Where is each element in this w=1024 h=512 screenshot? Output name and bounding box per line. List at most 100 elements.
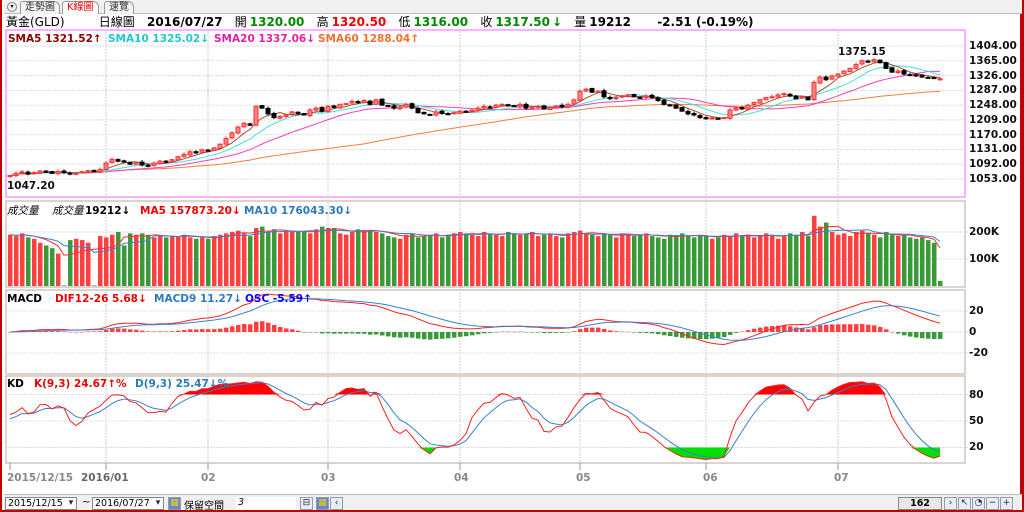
candle-body xyxy=(793,95,799,100)
osc-bar xyxy=(476,332,481,335)
volume-legend: 成交量 成交量 19212↓ MA5 157873.20↓ MA10 17604… xyxy=(7,205,607,217)
candlestick xyxy=(637,96,643,99)
candle-body xyxy=(505,104,511,107)
tilde-separator: ~ xyxy=(82,497,91,508)
volume-bar xyxy=(236,230,241,286)
price-tick: 1248.00 xyxy=(969,99,1017,112)
osc-bar xyxy=(536,332,541,333)
candle-body xyxy=(667,104,673,107)
scroll-right-button[interactable]: › xyxy=(944,497,957,510)
scroll-left-button[interactable]: ‹ xyxy=(330,497,343,510)
candle-body xyxy=(493,104,499,108)
zoom-in-icon[interactable]: + xyxy=(1000,497,1013,510)
osc-bar xyxy=(320,332,325,334)
volume-bar xyxy=(38,242,43,286)
sma5-legend: SMA5 1321.52↑ xyxy=(8,33,102,45)
candlestick xyxy=(85,169,91,173)
candle-body xyxy=(193,151,199,154)
osc-bar xyxy=(578,329,583,332)
candle-body xyxy=(127,162,133,165)
osc-bar xyxy=(92,331,97,333)
candle-body xyxy=(655,97,661,102)
volume-bar xyxy=(422,236,427,286)
volume-bar xyxy=(548,233,553,286)
stock-chart-window: ▾ 走勢圖 K線圖 速覽 黃金(GLD) 日線圖 2016/07/27 開 132… xyxy=(0,0,1024,512)
candlestick xyxy=(547,106,553,111)
k-legend: K(9,3) 24.67↑% xyxy=(34,378,127,390)
candlestick xyxy=(577,89,583,102)
volume-bar xyxy=(14,236,19,286)
candlestick xyxy=(817,75,823,85)
volume-bar xyxy=(326,227,331,286)
x-label: 02 xyxy=(201,472,216,484)
volume-bar xyxy=(524,233,529,286)
volume-title: 成交量 xyxy=(7,205,39,217)
dropdown-icon[interactable]: ▾ xyxy=(153,498,163,509)
volume-bar xyxy=(158,236,163,286)
osc-bar xyxy=(242,324,247,332)
volume-bar xyxy=(392,237,397,286)
osc-bar xyxy=(734,332,739,333)
candle-body xyxy=(865,60,871,63)
kd-tick: 20 xyxy=(969,441,984,454)
volume-bar xyxy=(212,236,217,286)
sma60-legend: SMA60 1288.04↑ xyxy=(318,33,420,45)
volume-tick: 200K xyxy=(969,226,1000,238)
candle-body xyxy=(433,111,439,116)
price-tick: 1404.00 xyxy=(969,40,1017,52)
osc-bar xyxy=(872,325,877,332)
candle-body xyxy=(691,113,697,116)
pointer-icon[interactable]: ↖ xyxy=(958,497,971,510)
osc-bar xyxy=(302,332,307,333)
osc-bar xyxy=(176,330,181,332)
candle-body xyxy=(883,62,889,69)
osc-bar xyxy=(146,331,151,332)
osc-bar xyxy=(128,329,133,332)
osc-bar xyxy=(674,332,679,337)
high-marker: 1375.15 xyxy=(838,46,886,58)
chart-canvas[interactable] xyxy=(2,0,1022,494)
zoom-out-icon[interactable]: − xyxy=(986,497,999,510)
candlestick xyxy=(589,87,595,93)
candlestick xyxy=(505,103,511,107)
candle-body xyxy=(169,159,175,162)
settings-icon[interactable]: ▦ xyxy=(316,497,329,510)
kd-oversold-fill xyxy=(694,447,700,459)
volume-bar xyxy=(584,233,589,286)
candle-body xyxy=(181,153,187,157)
osc-bar xyxy=(848,324,853,332)
osc-bar xyxy=(452,332,457,338)
osc-bar xyxy=(710,332,715,339)
osc-bar xyxy=(572,331,577,332)
spin-icon[interactable]: ⊟ xyxy=(300,497,313,510)
candle-body xyxy=(67,172,73,175)
candlestick xyxy=(847,67,853,73)
candlestick xyxy=(427,113,433,116)
volume-bar xyxy=(278,233,283,286)
dropdown-icon[interactable]: ▾ xyxy=(66,498,76,509)
sma20-legend: SMA20 1337.06↓ xyxy=(214,33,316,45)
osc-bar xyxy=(866,324,871,332)
volume-bar xyxy=(722,234,727,286)
candle-body xyxy=(331,105,337,108)
candle-body xyxy=(61,170,67,174)
volume-bar xyxy=(302,232,307,286)
candle-body xyxy=(379,98,385,106)
osc-bar xyxy=(524,332,529,333)
candle-body xyxy=(835,73,841,77)
reserve-input[interactable]: 3 xyxy=(236,497,296,510)
osc-bar xyxy=(830,324,835,332)
candle-body xyxy=(55,170,61,175)
volume-bar xyxy=(884,232,889,286)
candle-body xyxy=(817,76,823,84)
osc-bar xyxy=(104,330,109,332)
osc-bar xyxy=(650,332,655,334)
candle-body xyxy=(859,60,865,65)
reserve-icon[interactable]: ▦ xyxy=(168,497,181,510)
volume-bar xyxy=(512,233,517,286)
volume-bar xyxy=(242,233,247,286)
candle-body xyxy=(565,103,571,108)
clock-icon[interactable]: ◔ xyxy=(972,497,985,510)
candle-body xyxy=(739,107,745,110)
osc-bar xyxy=(164,331,169,332)
